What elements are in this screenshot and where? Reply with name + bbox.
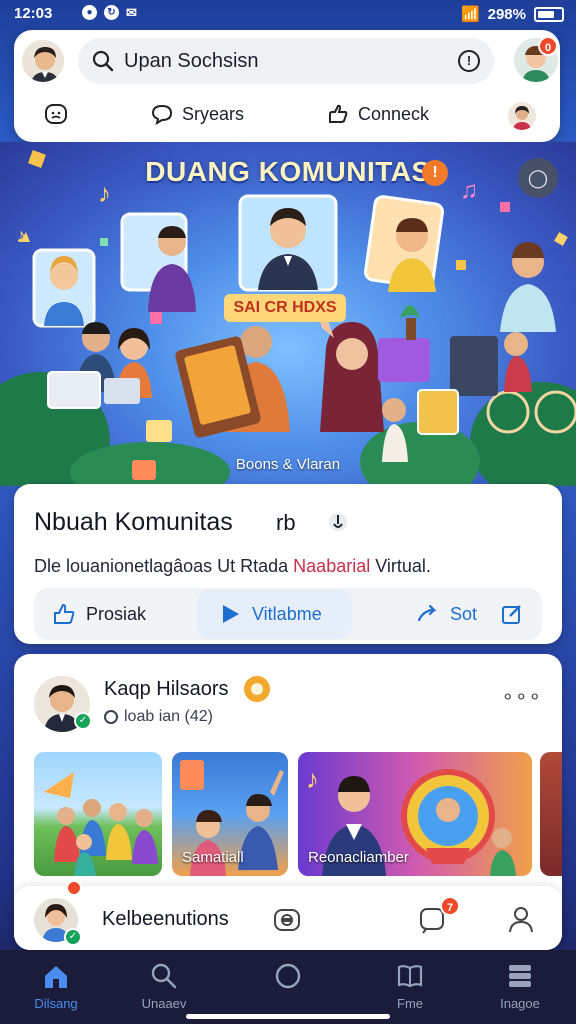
community-actions: Prosiak Vitlabme Sot — [34, 588, 542, 640]
search-icon — [151, 963, 177, 989]
grid-icon — [509, 965, 531, 987]
alert-icon: ! — [422, 160, 448, 186]
post-author-name[interactable]: Kaqp Hilsaors — [104, 678, 229, 701]
status-bar: 12:03 ● ↻ ✉ 📶 298% — [0, 0, 576, 28]
battery-icon — [534, 6, 564, 22]
community-card: Nbuah Komunitas rb Dle louanionetlagâoas… — [14, 484, 562, 644]
bottom-nav: Dilsang Unaaev Fme Inagoe — [0, 950, 576, 1024]
video-button[interactable]: Vitlabme — [198, 589, 352, 639]
search-bar[interactable]: Upan Sochsisn ! — [78, 38, 494, 84]
circle-icon — [275, 963, 301, 989]
media-carousel[interactable]: Samatiall ♪ Reonacliamber — [34, 752, 562, 876]
header-nav: Sryears Conneck — [14, 94, 560, 142]
svg-text:♪: ♪ — [306, 764, 319, 794]
community-desc-tail: Virtual. — [370, 556, 431, 576]
post-meta: loab ian (42) — [104, 708, 213, 726]
bottom-nav-label: Inagoe — [500, 996, 540, 1011]
profile-icon[interactable] — [506, 904, 536, 934]
nav-item-connect[interactable]: Conneck — [326, 102, 429, 126]
location-pin-icon — [329, 513, 347, 531]
like-label: Prosiak — [86, 603, 147, 624]
sync-icon: ↻ — [104, 5, 119, 20]
community-description: Dle louanionetlagâoas Ut Rtada Naabarial… — [34, 556, 431, 577]
hero-subtitle-banner: SAI CR HDXS — [224, 294, 346, 322]
nav-item-stories[interactable]: Sryears — [150, 102, 244, 126]
hero-title: DUANG KOMUNITAS — [145, 156, 431, 187]
comment-label[interactable]: Kelbeenutions — [102, 908, 229, 931]
home-indicator[interactable] — [186, 1014, 390, 1019]
clock-icon — [104, 710, 118, 724]
bottom-nav-home[interactable]: Dilsang — [6, 962, 106, 1011]
community-desc-accent: Naabarial — [293, 556, 371, 576]
status-notification-icons: ● ↻ ✉ — [82, 5, 137, 21]
search-input-text[interactable]: Upan Sochsisn — [124, 50, 259, 73]
bottom-nav-label: Unaaev — [141, 996, 187, 1011]
media-thumb-label: Reonacliamber — [308, 849, 409, 866]
comment-avatar-badge — [66, 880, 82, 896]
camera-icon[interactable] — [272, 904, 302, 934]
community-title: Nbuah Komunitas — [34, 508, 233, 536]
book-icon — [397, 965, 423, 988]
header-card: Upan Sochsisn ! 0 Sryears Conneck — [14, 30, 560, 142]
edit-icon[interactable] — [500, 602, 524, 626]
notification-icon: ● — [82, 5, 97, 20]
post-meta-text: loab ian (42) — [124, 708, 213, 725]
svg-text:♪: ♪ — [16, 225, 26, 247]
media-thumb[interactable] — [540, 752, 562, 876]
bottom-nav-center[interactable] — [238, 962, 338, 996]
media-thumb[interactable]: Samatiall — [172, 752, 288, 876]
media-thumb[interactable]: ♪ Reonacliamber — [298, 752, 532, 876]
community-title-mark: rb — [276, 510, 296, 535]
nav-avatar[interactable] — [508, 102, 536, 130]
more-options-icon[interactable]: ∘∘∘ — [501, 684, 542, 709]
bottom-nav-label: Fme — [397, 996, 423, 1011]
nav-face-button[interactable] — [44, 102, 68, 126]
mail-icon: ✉ — [126, 5, 137, 20]
like-button[interactable]: Prosiak — [52, 602, 146, 626]
comment-verified-icon: ✓ — [64, 928, 82, 946]
home-icon — [45, 966, 67, 988]
bottom-nav-search[interactable]: Unaaev — [114, 962, 214, 1011]
hero-mute-button[interactable]: ◯ — [518, 158, 558, 198]
chat-icon — [151, 104, 173, 126]
battery-percent: 298% — [487, 5, 526, 23]
send-arrow-icon — [417, 604, 437, 622]
community-desc-text: Dle louanionetlagâoas Ut Rtada — [34, 556, 294, 576]
send-label: Sot — [450, 603, 478, 624]
message-badge: 7 — [440, 896, 460, 916]
status-time: 12:03 — [14, 5, 53, 22]
comment-bar[interactable]: ✓ Kelbeenutions 7 — [14, 880, 562, 950]
bottom-nav-label: Dilsang — [34, 996, 78, 1011]
verified-icon: ✓ — [74, 712, 92, 730]
nav-label-stories: Sryears — [182, 103, 245, 124]
hero-caption: Boons & Vlaran — [235, 456, 341, 473]
face-icon — [45, 104, 67, 124]
search-icon — [92, 50, 114, 72]
notification-badge: 0 — [538, 36, 558, 56]
badge-icon — [244, 676, 270, 702]
send-button[interactable]: Sot — [416, 602, 477, 626]
info-icon[interactable]: ! — [458, 50, 480, 72]
media-thumb-label: Samatiall — [182, 849, 244, 866]
media-thumb[interactable] — [34, 752, 162, 876]
nav-label-connect: Conneck — [358, 103, 430, 124]
hero-banner[interactable]: ♪ ♫ ♪ DUANG KOMUNITAS ! ◯ SAI CR HDXS Bo… — [0, 142, 576, 486]
thumbs-up-icon — [54, 603, 75, 624]
hand-icon — [329, 104, 348, 123]
video-label: Vitlabme — [252, 603, 322, 624]
bottom-nav-book[interactable]: Fme — [360, 962, 460, 1011]
user-avatar[interactable] — [20, 38, 66, 84]
status-right: 📶 298% — [461, 5, 564, 23]
bottom-nav-grid[interactable]: Inagoe — [470, 962, 570, 1011]
play-icon — [223, 605, 239, 623]
wifi-icon: 📶 — [460, 6, 480, 23]
